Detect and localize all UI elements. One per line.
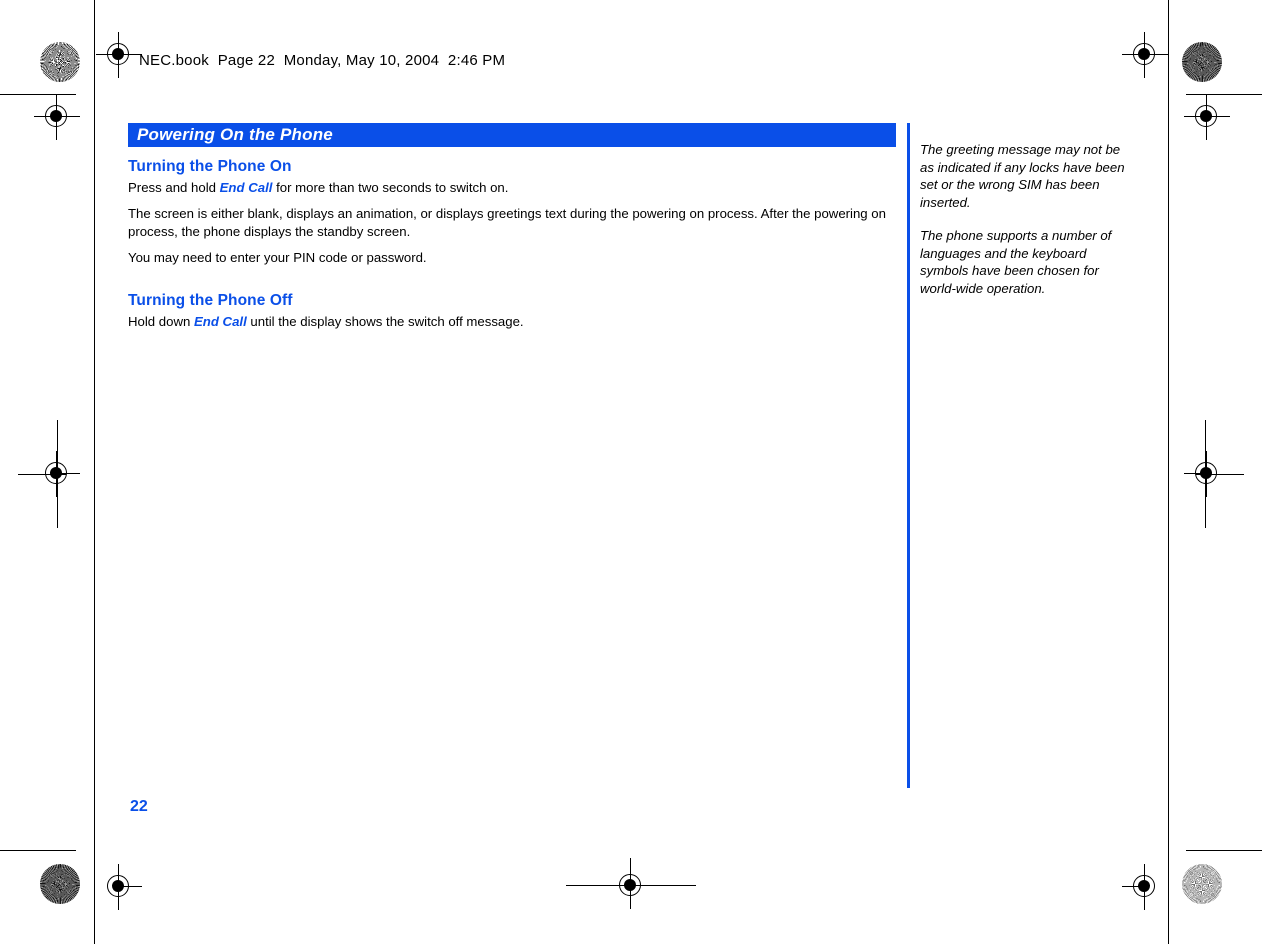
main-content-column: Turning the Phone On Press and hold End …: [128, 158, 898, 339]
crosshair-dot: [112, 48, 124, 60]
registration-crosshair-top-left-lower: [34, 94, 80, 140]
margin-note-languages: The phone supports a number of languages…: [920, 228, 1112, 296]
paragraph-text-before: Press and hold: [128, 180, 220, 195]
crosshair-dot: [1200, 467, 1212, 479]
registration-rosette-top-right: [1182, 42, 1222, 82]
crosshair-dot: [1138, 48, 1150, 60]
trim-line-bottom-left-horizontal: [0, 850, 76, 851]
registration-crosshair-top-left-upper: [96, 32, 142, 78]
margin-note-greeting-message: The greeting message may not be as indic…: [920, 142, 1125, 210]
crosshair-dot: [50, 110, 62, 122]
trim-line-bottom-right-horizontal: [1186, 850, 1262, 851]
paragraph-hold-down: Hold down End Call until the display sho…: [128, 313, 898, 331]
paragraph-text-after: until the display shows the switch off m…: [246, 314, 524, 329]
paragraph-pin-code: You may need to enter your PIN code or p…: [128, 250, 427, 265]
registration-crosshair-middle-left: [34, 451, 80, 497]
crosshair-dot: [112, 880, 124, 892]
registration-rosette-bottom-right: [1182, 864, 1222, 904]
file-header-text: NEC.book Page 22 Monday, May 10, 2004 2:…: [139, 52, 506, 69]
trim-line-right-vertical: [1168, 0, 1169, 944]
crosshair-dot: [1200, 110, 1212, 122]
registration-crosshair-bottom-right: [1122, 864, 1168, 910]
trim-line-left-vertical: [94, 0, 95, 944]
registration-rosette-top-left: [40, 42, 80, 82]
paragraph-press-and-hold: Press and hold End Call for more than tw…: [128, 179, 898, 197]
margin-notes-column: The greeting message may not be as indic…: [920, 141, 1135, 297]
crosshair-dot: [624, 879, 636, 891]
heading-turning-the-phone-on: Turning the Phone On: [128, 158, 292, 175]
document-page: NEC.book Page 22 Monday, May 10, 2004 2:…: [0, 0, 1262, 944]
registration-crosshair-bottom-left: [96, 864, 142, 910]
section-banner-title: Powering On the Phone: [137, 125, 333, 144]
crosshair-dot: [50, 467, 62, 479]
registration-crosshair-bottom-center: [608, 863, 654, 909]
paragraph-text-before: Hold down: [128, 314, 194, 329]
paragraph-text-after: for more than two seconds to switch on.: [272, 180, 509, 195]
key-reference-end-call: End Call: [193, 314, 247, 329]
registration-crosshair-top-right-upper: [1122, 32, 1168, 78]
section-banner: Powering On the Phone: [128, 123, 896, 147]
key-reference-end-call: End Call: [219, 180, 273, 195]
crosshair-dot: [1138, 880, 1150, 892]
page-number: 22: [130, 798, 148, 815]
column-divider: [907, 123, 910, 788]
paragraph-screen-states: The screen is either blank, displays an …: [128, 206, 886, 239]
heading-turning-the-phone-off: Turning the Phone Off: [128, 292, 293, 309]
registration-rosette-bottom-left: [40, 864, 80, 904]
registration-crosshair-top-right-lower: [1184, 94, 1230, 140]
registration-crosshair-middle-right: [1184, 451, 1230, 497]
